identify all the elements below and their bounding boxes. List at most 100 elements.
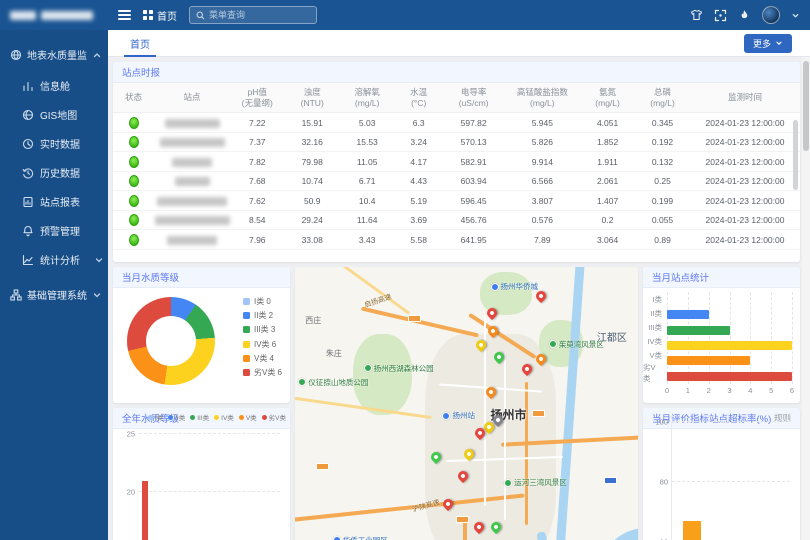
theme-shirt-icon[interactable] xyxy=(690,9,703,22)
status-dot-green xyxy=(129,214,139,226)
value-cell: 0.576 xyxy=(505,210,581,230)
value-cell: 5.19 xyxy=(395,191,443,211)
status-cell xyxy=(113,191,154,211)
nav-home-label: 首页 xyxy=(157,8,177,23)
flame-icon[interactable] xyxy=(738,9,751,22)
legend-swatch xyxy=(168,415,173,420)
bar-row xyxy=(667,369,792,384)
panel-title: 站点时报 xyxy=(122,65,160,79)
chevron-up-icon xyxy=(92,50,102,60)
legend-item[interactable]: I类 xyxy=(148,412,163,422)
value-cell: 1.911 xyxy=(580,152,635,172)
sidebar-item-label: GIS地图 xyxy=(40,107,77,122)
y-axis-labels: I类II类III类IV类V类劣V类 xyxy=(643,292,665,384)
legend-item[interactable]: III类 3 xyxy=(243,324,282,335)
station-report-panel: 站点时报 状态站点pH值(无量纲)浊度(NTU)溶解氧(mg/L)水温(°C)电… xyxy=(113,62,800,262)
topbar-actions xyxy=(690,6,800,24)
value-cell: 11.05 xyxy=(340,152,395,172)
axis-label: 0 xyxy=(665,386,669,395)
page-scrollbar[interactable] xyxy=(802,57,810,540)
sidebar-item-gis-map[interactable]: GIS地图 xyxy=(0,100,108,129)
tab-home[interactable]: 首页 xyxy=(116,30,164,57)
sidebar-item-alert-management[interactable]: 预警管理 xyxy=(0,216,108,245)
legend-item[interactable]: I类 0 xyxy=(243,296,282,307)
more-button[interactable]: 更多 xyxy=(744,34,792,53)
legend-swatch xyxy=(214,415,219,420)
legend-item[interactable]: II类 xyxy=(168,412,185,422)
bar-chart-icon xyxy=(22,80,34,92)
legend-item[interactable]: IV类 xyxy=(214,412,234,422)
sidebar-item-info-cabin[interactable]: 信息舱 xyxy=(0,71,108,100)
table-row[interactable]: 7.8279.9811.054.17582.919.9141.9110.1322… xyxy=(113,152,800,172)
legend-item[interactable]: 劣V类 6 xyxy=(243,367,282,378)
hamburger-menu-icon[interactable] xyxy=(118,10,131,20)
value-cell: 597.82 xyxy=(443,113,505,133)
axis-label: I类 xyxy=(643,292,665,306)
table-row[interactable]: 7.6810.746.714.43603.946.5662.0610.25202… xyxy=(113,171,800,191)
sidebar-item-realtime-data[interactable]: 实时数据 xyxy=(0,129,108,158)
legend-item[interactable]: IV类 6 xyxy=(243,339,282,350)
bar-row xyxy=(667,353,792,368)
axis-label: III类 xyxy=(643,320,665,334)
table-row[interactable]: 7.9633.083.435.58641.957.893.0640.892024… xyxy=(113,230,800,250)
tab-bar: 首页 更多 xyxy=(108,30,810,57)
legend-swatch xyxy=(243,312,250,319)
legend-label: IV类 xyxy=(221,412,234,422)
legend-label: II类 xyxy=(175,412,185,422)
nav-home[interactable]: 首页 xyxy=(143,8,177,23)
search-input[interactable] xyxy=(209,10,310,20)
station-name-cell xyxy=(154,171,230,191)
sidebar-menu: 信息舱 GIS地图实时数据历史数据站点报表预警管理统计分析 xyxy=(0,71,108,274)
legend-item[interactable]: III类 xyxy=(190,412,209,422)
value-cell: 0.345 xyxy=(635,113,690,133)
legend-swatch xyxy=(243,298,250,305)
logo-redacted xyxy=(10,11,36,20)
map-river xyxy=(572,517,638,540)
sidebar-item-label: 预警管理 xyxy=(40,223,80,238)
sidebar-item-station-report[interactable]: 站点报表 xyxy=(0,187,108,216)
menu-search[interactable] xyxy=(189,6,317,24)
legend-swatch xyxy=(262,415,267,420)
status-dot-green xyxy=(129,136,139,148)
map-canvas[interactable]: 扬州市江都区仪征市西庄朱庄朴席镇世业镇春江路古运河沪陕高速启扬高速扬州西湖森林公… xyxy=(295,267,638,540)
axis-label: 80 xyxy=(660,477,672,486)
value-cell: 5.58 xyxy=(395,230,443,250)
table-row[interactable]: 7.3732.1615.533.24570.135.8261.8520.1922… xyxy=(113,132,800,152)
history-icon xyxy=(22,167,34,179)
value-cell: 641.95 xyxy=(443,230,505,250)
value-cell: 582.91 xyxy=(443,152,505,172)
axis-label: 20 xyxy=(127,488,139,497)
sidebar-group-base-management[interactable]: 基础管理系统 xyxy=(0,278,108,311)
legend-item[interactable]: V类 4 xyxy=(243,353,282,364)
value-cell: 0.2 xyxy=(580,210,635,230)
scrollbar-thumb[interactable] xyxy=(803,61,809,151)
value-cell: 2.061 xyxy=(580,171,635,191)
value-cell: 7.37 xyxy=(230,132,285,152)
legend-item[interactable]: II类 2 xyxy=(243,310,282,321)
donut-chart: I类 0 II类 2 III类 3 IV类 6 V类 4 劣V类 6 xyxy=(113,288,290,400)
fullscreen-icon[interactable] xyxy=(714,9,727,22)
table-scrollbar[interactable] xyxy=(793,120,798,190)
poi-label: 运河三湾风景区 xyxy=(514,477,567,488)
legend-swatch xyxy=(243,369,250,376)
value-cell: 7.82 xyxy=(230,152,285,172)
sidebar-group-surface-water-system[interactable]: 地表水质量监测系统 xyxy=(0,38,108,71)
table-row[interactable]: 7.2215.915.036.3597.825.9454.0510.345202… xyxy=(113,113,800,133)
value-cell: 603.94 xyxy=(443,171,505,191)
sidebar-group-label: 基础管理系统 xyxy=(27,287,87,302)
sidebar-item-statistics-analysis[interactable]: 统计分析 xyxy=(0,245,108,274)
bar-row xyxy=(667,292,792,307)
avatar[interactable] xyxy=(762,6,780,24)
value-cell: 6.71 xyxy=(340,171,395,191)
map-label: 扬州西湖森林公园 xyxy=(364,363,434,374)
sidebar-item-history-data[interactable]: 历史数据 xyxy=(0,158,108,187)
legend-item[interactable]: 劣V类 xyxy=(262,412,286,422)
legend-label: 劣V类 xyxy=(269,412,286,422)
chevron-down-icon[interactable] xyxy=(791,11,800,20)
legend-item[interactable]: V类 xyxy=(239,412,257,422)
table-row[interactable]: 7.6250.910.45.19596.453.8071.4070.199202… xyxy=(113,191,800,211)
hbar-chart: I类II类III类IV类V类劣V类 0123456 xyxy=(643,288,800,400)
column-header: 总磷(mg/L) xyxy=(635,83,690,113)
table-row[interactable]: 8.5429.2411.643.69456.760.5760.20.055202… xyxy=(113,210,800,230)
bar xyxy=(667,326,730,335)
